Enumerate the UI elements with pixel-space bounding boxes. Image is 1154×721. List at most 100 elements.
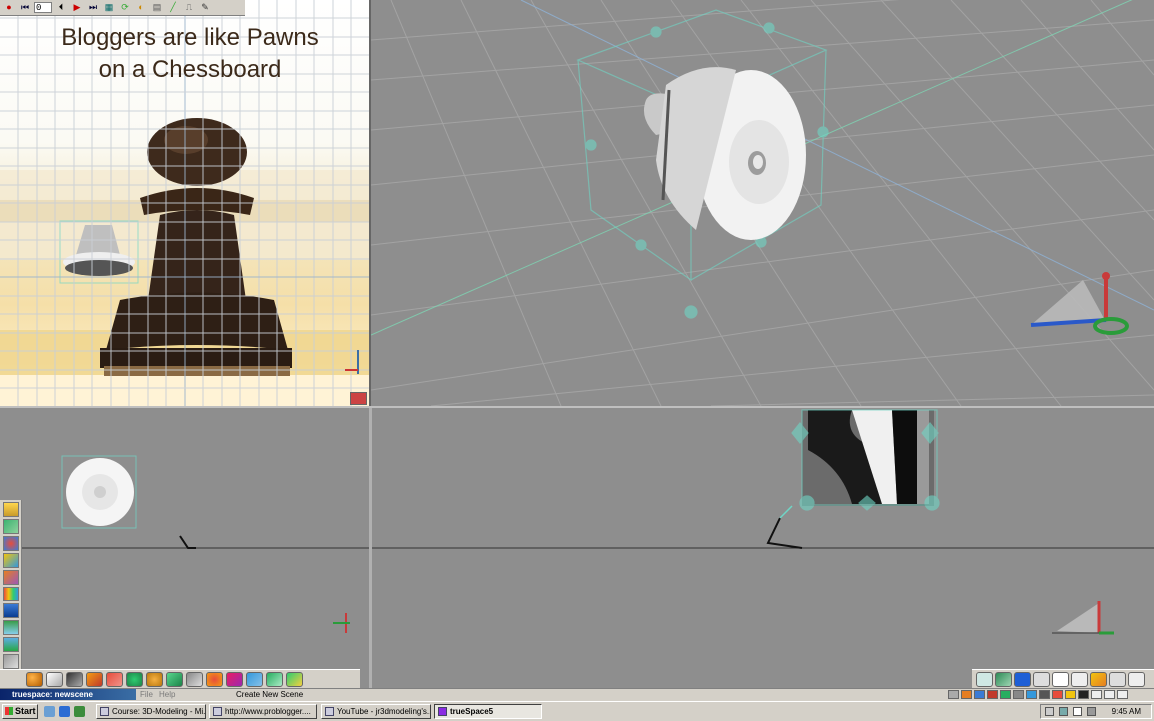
flower-icon[interactable]: [206, 671, 223, 687]
side-viewport[interactable]: [372, 408, 1154, 688]
camera-icon[interactable]: [1039, 690, 1050, 699]
task-course-window[interactable]: Course: 3D-Modeling - Mi...: [96, 704, 206, 719]
scene-title: truespace: newscene: [0, 689, 136, 700]
menu-help[interactable]: Help: [159, 689, 175, 700]
arc-icon[interactable]: [266, 671, 283, 687]
sphere-icon[interactable]: [26, 671, 43, 687]
spline-icon[interactable]: ⎍: [182, 2, 196, 14]
curve-icon[interactable]: [86, 671, 103, 687]
play-back-icon[interactable]: ⏴: [54, 2, 68, 14]
start-label: Start: [15, 706, 36, 716]
menu-file[interactable]: File: [140, 689, 153, 700]
settings-icon[interactable]: [1065, 690, 1076, 699]
pawn-model[interactable]: [643, 67, 806, 240]
desktop-icon[interactable]: [74, 706, 85, 717]
camera-icon[interactable]: ◐: [134, 2, 148, 14]
tools-icon[interactable]: [1052, 690, 1063, 699]
perspective-viewport[interactable]: [371, 0, 1154, 406]
animation-toolbar: ● ⏮ 0 ⏴ ▶ ⏭ ▦ ⟳ ◐ ▤ ╱ ⎍ ✎: [0, 0, 245, 16]
page-icon[interactable]: [1052, 671, 1069, 687]
layout-icon[interactable]: [1033, 671, 1050, 687]
left-toolbar: [0, 500, 22, 686]
task-label: Course: 3D-Modeling - Mi...: [112, 707, 206, 716]
play-icon[interactable]: ▶: [70, 2, 84, 14]
color-icon[interactable]: [2, 586, 19, 602]
ball-icon[interactable]: [126, 671, 143, 687]
window-icon: [213, 707, 222, 716]
pawn-side-model[interactable]: [802, 410, 934, 506]
pencil-icon[interactable]: [1090, 671, 1107, 687]
rewind-icon[interactable]: ⏮: [18, 2, 32, 14]
task-problogger-window[interactable]: http://www.problogger....: [209, 704, 317, 719]
play-icon[interactable]: [1109, 671, 1126, 687]
scene-icon[interactable]: [2, 620, 19, 636]
app-status-bar: truespace: newscene File Help Create New…: [0, 688, 1154, 701]
cube-icon[interactable]: [46, 671, 63, 687]
blend-icon[interactable]: [2, 569, 19, 585]
key-icon[interactable]: ⟳: [118, 2, 132, 14]
landscape-icon[interactable]: [2, 637, 19, 653]
render-icon[interactable]: [987, 690, 998, 699]
layers-icon[interactable]: [1026, 690, 1037, 699]
scene-icon[interactable]: [974, 690, 985, 699]
line-icon[interactable]: [246, 671, 263, 687]
select-icon[interactable]: [976, 671, 993, 687]
side-view-canvas: [372, 409, 1154, 635]
edit-icon[interactable]: ✎: [198, 2, 212, 14]
record-icon[interactable]: ●: [2, 2, 16, 14]
object-icon[interactable]: [948, 690, 959, 699]
close-icon[interactable]: [1078, 690, 1089, 699]
monitor-icon[interactable]: [1059, 707, 1068, 716]
help-icon[interactable]: [1073, 707, 1082, 716]
title-line-1: Bloggers are like Pawns: [61, 24, 319, 51]
browser-icon[interactable]: [59, 706, 70, 717]
tools-icon[interactable]: [2, 654, 19, 670]
object-tool-icon[interactable]: [2, 502, 19, 517]
close-icon[interactable]: [1128, 671, 1145, 687]
axis-gizmo-icon: [333, 613, 350, 633]
object-toolbar: [0, 669, 360, 688]
light-icon[interactable]: [1013, 690, 1024, 699]
viewport-controls: [350, 392, 369, 405]
start-button[interactable]: Start: [2, 704, 38, 719]
front-view-canvas: [0, 455, 369, 633]
front-viewport[interactable]: [0, 408, 372, 688]
task-truespace-window[interactable]: trueSpace5: [434, 704, 542, 719]
material-icon[interactable]: [1000, 690, 1011, 699]
paint-icon[interactable]: [961, 690, 972, 699]
paint-icon[interactable]: [2, 552, 19, 568]
sculpt-icon[interactable]: [186, 671, 203, 687]
path-icon[interactable]: [2, 603, 19, 619]
pen-icon[interactable]: [66, 671, 83, 687]
object-info-icon[interactable]: ▦: [102, 2, 116, 14]
deform-icon[interactable]: [106, 671, 123, 687]
window-icon: [325, 707, 334, 716]
exit-icon[interactable]: [1117, 690, 1128, 699]
task-youtube-window[interactable]: YouTube - jr3dmodeling's...: [321, 704, 431, 719]
explorer-icon[interactable]: [44, 706, 55, 717]
material-icon[interactable]: [2, 535, 19, 551]
undo-icon[interactable]: [1071, 671, 1088, 687]
close-view-icon[interactable]: [350, 392, 367, 405]
view-icon[interactable]: [995, 671, 1012, 687]
reference-viewport[interactable]: Bloggers are like Pawns on a Chessboard …: [0, 0, 371, 406]
truespace-icon: [438, 707, 447, 716]
grid-tool-icon[interactable]: [2, 518, 19, 534]
pattern-icon[interactable]: [226, 671, 243, 687]
axis-gizmo-icon: [1052, 601, 1114, 635]
window-icon: [100, 707, 109, 716]
title-line-2: on a Chessboard: [98, 56, 282, 83]
maximize-icon[interactable]: [1104, 690, 1115, 699]
loft-icon[interactable]: [286, 671, 303, 687]
task-label: http://www.problogger....: [225, 707, 311, 716]
network-icon[interactable]: [1045, 707, 1054, 716]
frame-number-field[interactable]: 0: [34, 2, 52, 13]
grid-icon[interactable]: [1014, 671, 1031, 687]
minimize-icon[interactable]: [1091, 690, 1102, 699]
render-icon[interactable]: ▤: [150, 2, 164, 14]
spline-icon[interactable]: [166, 671, 183, 687]
volume-icon[interactable]: [1087, 707, 1096, 716]
forward-icon[interactable]: ⏭: [86, 2, 100, 14]
brush-icon[interactable]: ╱: [166, 2, 180, 14]
shape-icon[interactable]: [146, 671, 163, 687]
